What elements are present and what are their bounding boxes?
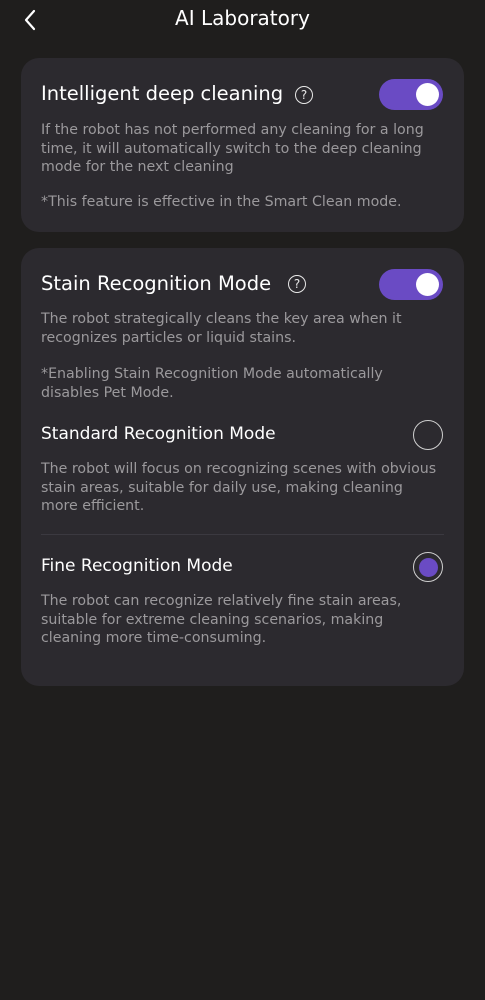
deep-cleaning-note: *This feature is effective in the Smart … <box>41 194 402 210</box>
deep-cleaning-toggle[interactable] <box>379 79 443 110</box>
page-title: AI Laboratory <box>175 6 310 30</box>
standard-mode-description: The robot will focus on recognizing scen… <box>41 461 437 514</box>
help-icon[interactable]: ? <box>288 275 306 293</box>
deep-cleaning-card: Intelligent deep cleaning ? If the robot… <box>21 58 464 232</box>
stain-recognition-title: Stain Recognition Mode <box>41 272 272 295</box>
deep-cleaning-description: If the robot has not performed any clean… <box>41 122 424 175</box>
stain-recognition-description: The robot strategically cleans the key a… <box>41 311 402 346</box>
stain-recognition-note: *Enabling Stain Recognition Mode automat… <box>41 366 383 401</box>
stain-recognition-card: Stain Recognition Mode ? The robot strat… <box>21 248 464 686</box>
fine-mode-title: Fine Recognition Mode <box>41 556 233 576</box>
toggle-knob <box>416 83 439 106</box>
toggle-knob <box>416 273 439 296</box>
header: AI Laboratory <box>0 0 485 38</box>
standard-mode-radio[interactable] <box>413 420 443 450</box>
divider <box>41 534 444 535</box>
fine-mode-radio[interactable] <box>413 552 443 582</box>
help-icon[interactable]: ? <box>295 86 313 104</box>
deep-cleaning-title: Intelligent deep cleaning <box>41 82 284 105</box>
standard-mode-title: Standard Recognition Mode <box>41 424 276 444</box>
stain-recognition-toggle[interactable] <box>379 269 443 300</box>
radio-selected-dot <box>418 557 438 577</box>
ai-laboratory-screen: AI Laboratory Intelligent deep cleaning … <box>0 0 485 1000</box>
fine-mode-description: The robot can recognize relatively fine … <box>41 593 402 646</box>
